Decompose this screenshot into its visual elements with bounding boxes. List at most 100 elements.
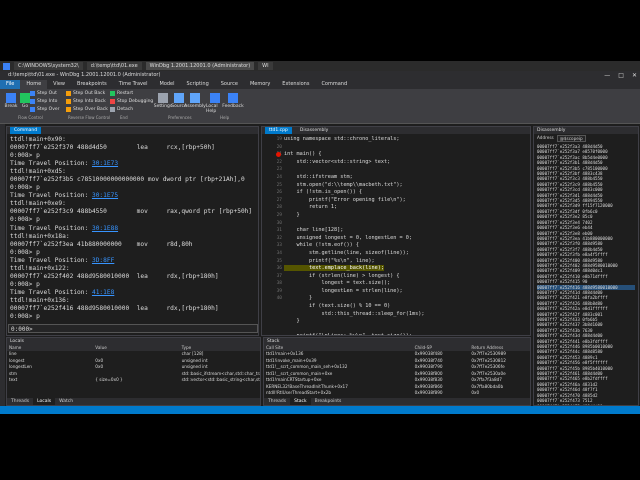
- restart-button[interactable]: Restart: [110, 91, 133, 96]
- command-line-text: Time Travel Position:: [10, 288, 92, 296]
- step-out-button[interactable]: Step Out: [30, 91, 57, 96]
- tab-watch[interactable]: Watch: [55, 398, 77, 405]
- time-travel-position-link[interactable]: 30:1E75: [92, 192, 118, 199]
- code-line[interactable]: longestLen = strlen(line);: [284, 288, 530, 296]
- code-line[interactable]: using namespace std::chrono_literals;: [284, 136, 530, 144]
- step-out-back-button[interactable]: Step Out Back: [66, 91, 105, 96]
- tab-source-file[interactable]: ttd1.cpp: [265, 127, 292, 134]
- command-line-text: 0:008> p: [10, 152, 40, 160]
- code-line[interactable]: printf("\nLines: %u\n", text.size());: [284, 333, 530, 335]
- tab-home[interactable]: Home: [20, 80, 48, 89]
- tab-threads[interactable]: Threads: [7, 398, 33, 405]
- tab-source[interactable]: Source: [215, 80, 244, 89]
- code-line[interactable]: longest = text.size();: [284, 280, 530, 288]
- time-travel-position-link[interactable]: 30:1E88: [92, 225, 118, 232]
- step-over-button[interactable]: Step Over: [30, 107, 60, 112]
- stack-row[interactable]: ntdll!RtlUserThreadStart+0x2b 0x99038f890…: [264, 390, 530, 397]
- address-input[interactable]: @$scopeip: [556, 135, 586, 142]
- tab-disassembly-doc[interactable]: Disassembly: [296, 127, 332, 134]
- windows-icon[interactable]: [3, 62, 10, 70]
- stack-child-sp: 0x99038f890: [414, 390, 443, 395]
- tab-stack[interactable]: Stack: [290, 398, 311, 405]
- code-line[interactable]: }: [284, 318, 530, 326]
- time-travel-position-link[interactable]: 30:1E73: [92, 160, 118, 167]
- disassembly-title: Disassembly: [537, 128, 566, 133]
- code-line[interactable]: int main() {: [284, 151, 530, 159]
- code-line[interactable]: printf("Error opening file\n");: [284, 197, 530, 205]
- code-line[interactable]: text.emplace_back(line);: [284, 265, 530, 273]
- tab-memory[interactable]: Memory: [244, 80, 276, 89]
- code-line[interactable]: return 1;: [284, 204, 530, 212]
- disassembly-panel-header: Disassembly: [534, 127, 638, 134]
- command-line-text: ttdl!main+0xd5:: [10, 168, 66, 176]
- command-line-text: 00007ff7`e252f370 488d4d50 lea rcx,[rbp+…: [10, 144, 215, 152]
- command-line: ttdl!main+0x90:: [10, 136, 255, 144]
- stop-debugging-button[interactable]: Stop Debugging: [110, 99, 153, 104]
- code-line[interactable]: }: [284, 295, 530, 303]
- tab-breakpoints[interactable]: Breakpoints: [311, 398, 346, 405]
- code-line[interactable]: char line[128];: [284, 227, 530, 235]
- tab-threads-2[interactable]: Threads: [264, 398, 290, 405]
- detach-button[interactable]: Detach: [110, 107, 133, 112]
- code-line[interactable]: [284, 144, 530, 152]
- command-line: Time Travel Position: 30:1E75: [10, 192, 255, 200]
- maximize-icon[interactable]: □: [618, 71, 624, 80]
- code-line[interactable]: if (strlen(line) > longest) {: [284, 273, 530, 281]
- code-line[interactable]: }: [284, 212, 530, 220]
- code-line[interactable]: [284, 166, 530, 174]
- detach-icon: [110, 107, 115, 112]
- step-over-back-icon: [66, 107, 71, 112]
- taskbar-item-windbg[interactable]: WinDbg 1.2001.12001.0 (Administrator): [145, 62, 255, 70]
- local-type: std::vector<std::basic_string<char,std::…: [181, 377, 260, 382]
- tab-command[interactable]: Command: [315, 80, 353, 89]
- code-line[interactable]: while (!stm.eof()) {: [284, 242, 530, 250]
- step-into-button[interactable]: Step Into: [30, 99, 57, 104]
- step-over-back-button[interactable]: Step Over Back: [66, 107, 108, 112]
- step-into-back-button[interactable]: Step Into Back: [66, 99, 106, 104]
- minimize-icon[interactable]: —: [604, 71, 610, 80]
- code-line[interactable]: std::this_thread::sleep_for(1ms);: [284, 311, 530, 319]
- taskbar-item-exe[interactable]: d:\temp\ttd\01.exe: [86, 62, 142, 70]
- time-travel-position-link[interactable]: 41:1E8: [92, 289, 114, 296]
- tab-locals[interactable]: Locals: [33, 398, 56, 405]
- taskbar-item-other[interactable]: WI: [258, 62, 273, 70]
- code-line[interactable]: unsigned longest = 0, longestLen = 0;: [284, 235, 530, 243]
- code-line[interactable]: std::vector<std::string> text;: [284, 159, 530, 167]
- tab-time-travel[interactable]: Time Travel: [113, 80, 154, 89]
- assembly-button[interactable]: Assembly: [184, 93, 206, 109]
- code-line[interactable]: [284, 220, 530, 228]
- tab-command-window[interactable]: Command: [10, 127, 42, 134]
- tab-model[interactable]: Model: [154, 80, 181, 89]
- code-line[interactable]: printf("%s\n", line);: [284, 258, 530, 266]
- source-icon: [174, 93, 184, 103]
- code-line[interactable]: if (text.size() % 10 == 0): [284, 303, 530, 311]
- stack-call-site: ntdll!RtlUserThreadStart+0x2b: [266, 390, 332, 395]
- command-line-text: 00007ff7`e252f402 488d9580010000 lea rdx…: [10, 272, 219, 280]
- tab-view[interactable]: View: [47, 80, 71, 89]
- local-row[interactable]: text { size=0x0 } std::vector<std::basic_s…: [7, 377, 260, 384]
- close-icon[interactable]: ✕: [632, 71, 637, 80]
- code-line[interactable]: if (!stm.is_open()) {: [284, 189, 530, 197]
- tab-scripting[interactable]: Scripting: [181, 80, 215, 89]
- time-travel-position-link[interactable]: 3D:8FF: [92, 257, 114, 264]
- code-line[interactable]: stm.open("d:\\temp\\macbeth.txt");: [284, 182, 530, 190]
- feedback-button[interactable]: Feedback: [222, 93, 244, 109]
- step-out-icon: [30, 91, 35, 96]
- command-line: ttdl!main+0x122:: [10, 265, 255, 273]
- taskbar-item-cmd[interactable]: C:\WINDOWS\system32\: [14, 62, 83, 70]
- locals-grid: Name Value Type line char [128] longest 0x0…: [7, 345, 260, 384]
- breakpoint-icon[interactable]: [276, 152, 281, 158]
- help-icon: [210, 93, 220, 103]
- code-line[interactable]: [284, 326, 530, 334]
- code-line[interactable]: stm.getline(line, sizeof(line));: [284, 250, 530, 258]
- tab-file[interactable]: File: [0, 80, 21, 89]
- tab-breakpoints[interactable]: Breakpoints: [71, 80, 113, 89]
- command-line: 0:008> p: [10, 281, 255, 289]
- taskbar: C:\WINDOWS\system32\ d:\temp\ttd\01.exe …: [0, 61, 640, 71]
- tab-extensions[interactable]: Extensions: [276, 80, 315, 89]
- command-line: Time Travel Position: 30:1E88: [10, 225, 255, 233]
- code-line[interactable]: std::ifstream stm;: [284, 174, 530, 182]
- command-input[interactable]: 0:000>: [8, 324, 258, 333]
- group-flow-control: Flow Control: [18, 115, 43, 120]
- command-line-text: 0:008> p: [10, 280, 40, 288]
